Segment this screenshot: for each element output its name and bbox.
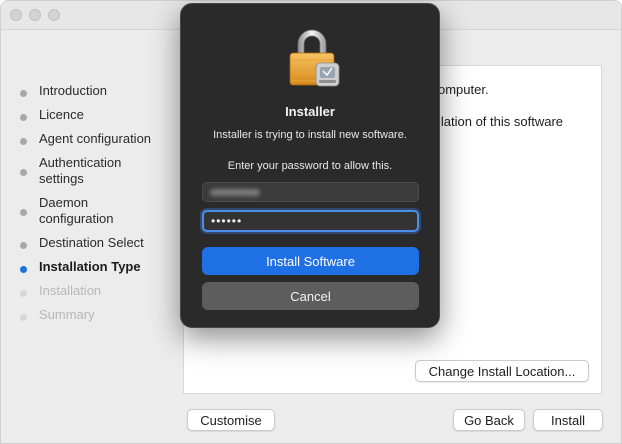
step-bullet bbox=[20, 114, 27, 121]
username-redacted-value bbox=[210, 189, 260, 196]
step-bullet bbox=[20, 209, 27, 216]
cancel-button[interactable]: Cancel bbox=[202, 282, 419, 310]
install-software-button[interactable]: Install Software bbox=[202, 247, 419, 275]
password-value: •••••• bbox=[211, 214, 243, 228]
change-install-location-button[interactable]: Change Install Location... bbox=[415, 360, 589, 382]
step-label: Installation Type bbox=[39, 259, 141, 274]
dialog-title: Installer bbox=[285, 104, 335, 119]
step-daemon-configuration: Daemon configuration bbox=[1, 195, 183, 235]
step-label-line2: configuration bbox=[39, 211, 114, 226]
step-label: Licence bbox=[39, 107, 84, 122]
dialog-message: Installer is trying to install new softw… bbox=[213, 129, 407, 141]
step-authentication-settings: Authentication settings bbox=[1, 155, 183, 195]
step-introduction: Introduction bbox=[1, 83, 183, 107]
step-installation: Installation bbox=[1, 283, 183, 307]
install-button[interactable]: Install bbox=[533, 409, 603, 431]
minimize-window-button[interactable] bbox=[29, 9, 41, 21]
step-label: Agent configuration bbox=[39, 131, 152, 146]
customise-button[interactable]: Customise bbox=[187, 409, 275, 431]
content-text-line1: omputer. bbox=[438, 82, 489, 97]
step-label-line2: settings bbox=[39, 171, 84, 186]
lock-icon bbox=[289, 29, 340, 87]
content-text-line2: llation of this software bbox=[438, 114, 564, 129]
step-bullet bbox=[20, 290, 27, 297]
step-bullet bbox=[20, 138, 27, 145]
step-label-line1: Daemon bbox=[39, 195, 89, 210]
step-installation-type: Installation Type bbox=[1, 259, 183, 283]
step-bullet bbox=[20, 90, 27, 97]
step-label: Introduction bbox=[39, 83, 107, 98]
username-field[interactable] bbox=[202, 182, 419, 202]
step-destination-select: Destination Select bbox=[1, 235, 183, 259]
step-licence: Licence bbox=[1, 107, 183, 131]
step-agent-configuration: Agent configuration bbox=[1, 131, 183, 155]
step-label: Summary bbox=[39, 307, 95, 322]
installer-steps-sidebar: Introduction Licence Agent configuration… bbox=[1, 83, 183, 331]
step-bullet bbox=[20, 314, 27, 321]
close-window-button[interactable] bbox=[10, 9, 22, 21]
password-field[interactable]: •••••• bbox=[202, 210, 419, 232]
step-bullet bbox=[20, 242, 27, 249]
dialog-prompt: Enter your password to allow this. bbox=[227, 160, 393, 172]
step-summary: Summary bbox=[1, 307, 183, 331]
step-label-line1: Authentication bbox=[39, 155, 122, 170]
step-bullet-active bbox=[20, 266, 27, 273]
step-bullet bbox=[20, 169, 27, 176]
step-label: Destination Select bbox=[39, 235, 144, 250]
authentication-dialog: Installer Installer is trying to install… bbox=[180, 3, 440, 328]
zoom-window-button[interactable] bbox=[48, 9, 60, 21]
go-back-button[interactable]: Go Back bbox=[453, 409, 525, 431]
step-label: Installation bbox=[39, 283, 102, 298]
